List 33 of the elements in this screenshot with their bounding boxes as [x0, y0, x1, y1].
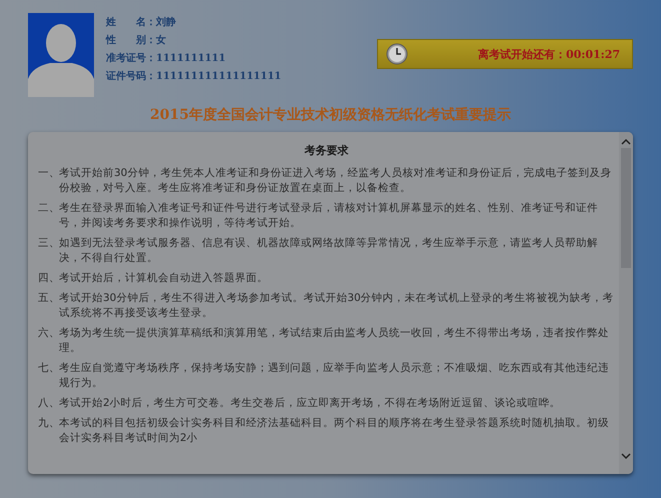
item-number: 四、: [38, 271, 59, 286]
item-number: 七、: [38, 361, 59, 376]
item-number: 三、: [38, 236, 59, 251]
scrollbar[interactable]: [619, 132, 633, 474]
notice-text: 考试开始2小时后，考生方可交卷。考生交卷后，应立即离开考场，不得在考场附近逗留、谈论或喧哗。: [59, 396, 562, 411]
item-number: 二、: [38, 201, 59, 216]
item-number: 五、: [38, 291, 59, 306]
clock-icon: [386, 43, 408, 65]
chevron-up-icon[interactable]: [621, 138, 631, 146]
field-label: 证件号码：: [106, 70, 156, 84]
item-number: 九、: [38, 416, 59, 431]
field-label: 准考证号：: [106, 52, 156, 66]
notice-text: 考生应自觉遵守考场秩序，保持考场安静；遇到问题，应举手向监考人员示意；不准吸烟、吃东西或有其他违纪违规行为。: [59, 361, 610, 391]
notice-text: 考试开始前30分钟，考生凭本人准考证和身份证进入考场，经监考人员核对准考证和身份证后，完成电子签到及身份校验，对号入座。考生应将准考证和身份证放置在桌面上，以备检查。: [59, 166, 612, 196]
chevron-down-icon[interactable]: [621, 452, 631, 460]
notice-text: 如遇到无法登录考试服务器、信息有误、机器故障或网络故障等异常情况，考生应举手示意，请监考人员帮助解决，不得自行处置。: [59, 236, 599, 266]
field-value: 刘静: [156, 15, 176, 30]
countdown-text: 离考试开始还有：00:01:27: [478, 46, 620, 62]
field-label: 姓 名：: [106, 16, 156, 30]
notice-text: 考生在登录界面输入准考证号和证件号进行考试登录后，请核对计算机屏幕显示的姓名、性别、准考证号和证件号，并阅读考务要求和操作说明，等待考试开始。: [59, 201, 599, 231]
item-number: 八、: [38, 396, 59, 411]
field-value: 1111111111: [156, 52, 226, 66]
notice-text: 考试开始30分钟后，考生不得进入考场参加考试。考试开始30分钟内，未在考试机上登录的考生将被视为缺考，考试系统将不再接受该考生登录。: [59, 291, 615, 321]
field-label: 性 别：: [106, 34, 156, 48]
field-value: 111111111111111111: [156, 70, 282, 84]
notice-text: 考试开始后，计算机会自动进入答题界面。: [59, 271, 269, 286]
notice-text: 考场为考生统一提供演算草稿纸和演算用笔，考试结束后由监考人员统一收回，考生不得带出考场，违者按作弊处理。: [59, 326, 610, 356]
field-value: 女: [156, 34, 166, 48]
notice-heading: 考务要求: [304, 143, 350, 158]
notice-title: 2015年度全国会计专业技术初级资格无纸化考试重要提示: [150, 106, 511, 124]
item-number: 一、: [38, 166, 59, 181]
notice-text: 本考试的科目包括初级会计实务科目和经济法基础科目。两个科目的顺序将在考生登录答题系统时随机抽取。初级会计实务科目考试时间为2小: [59, 416, 610, 446]
item-number: 六、: [38, 326, 59, 341]
